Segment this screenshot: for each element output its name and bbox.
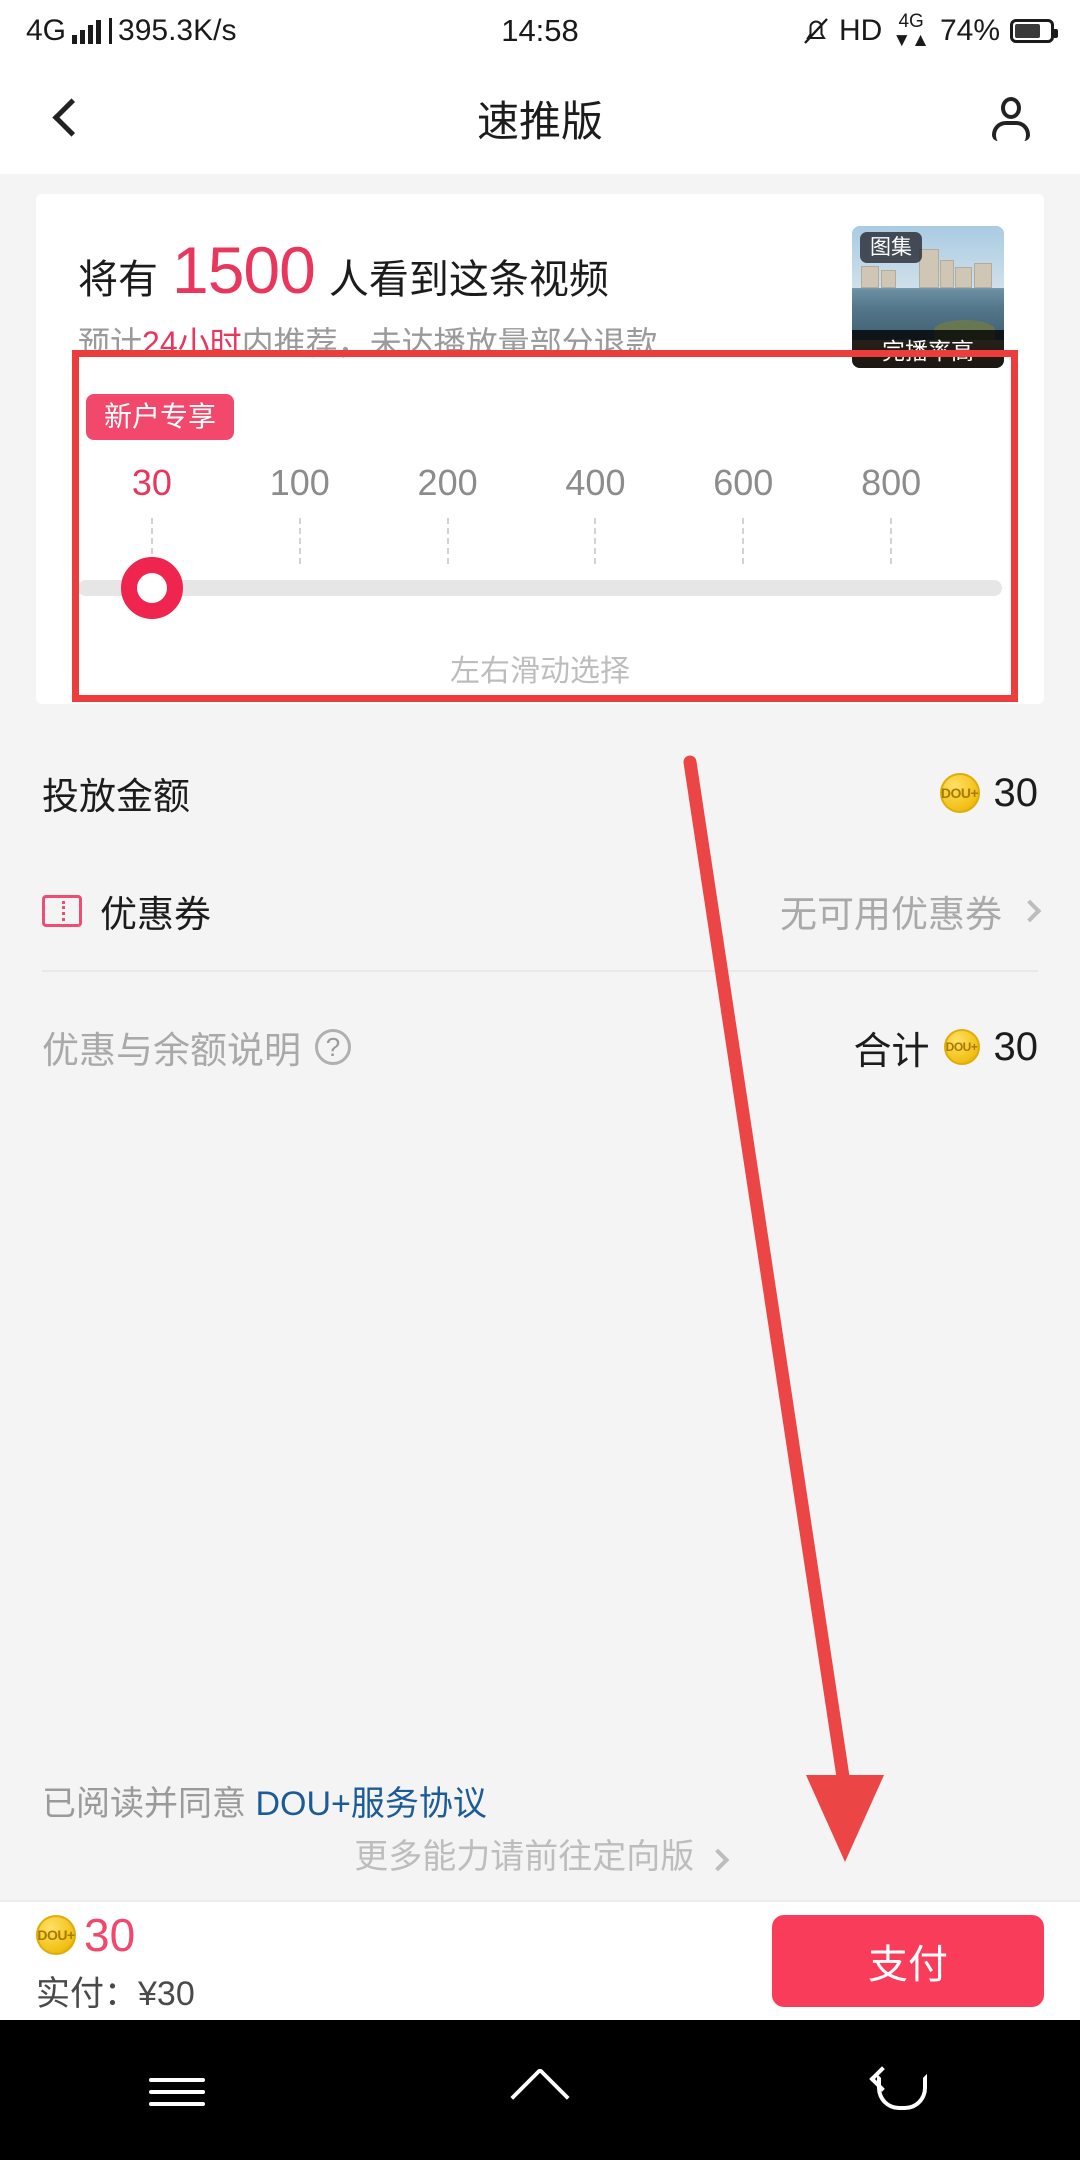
amount-row: 投放金额 DOU+ 30 [0,734,1080,852]
data-network-icon: 4G ▼▲ [892,12,930,50]
dou-coin-icon: DOU+ [943,1029,980,1065]
slider-tick-label[interactable]: 600 [713,462,773,504]
bottom-pay-bar: DOU+ 30 实付：¥30 支付 [0,1900,1080,2020]
more-capabilities-link[interactable]: 更多能力请前往定向版 [0,1829,1080,1878]
pay-summary: DOU+ 30 实付：¥30 [36,1908,195,2015]
explain-label[interactable]: 优惠与余额说明 [42,1020,301,1074]
total-value: 30 [993,1024,1039,1069]
avatar-head [1001,97,1021,119]
slider-tick-label[interactable]: 100 [270,462,330,504]
scroll-content: 将有 1500 人看到这条视频 预计24小时内推荐，未达播放量部分退款 图集 完 [0,174,1080,1900]
thumbnail-completion-rate-badge: 完播率高 [852,330,1004,368]
pay-button[interactable]: 支付 [772,1915,1044,2007]
battery-icon [1010,19,1058,43]
slider-tick-mark [446,518,449,564]
total-row: 优惠与余额说明 ? 合计 DOU+ 30 [0,972,1080,1122]
slider-tick-mark [890,518,893,564]
coupon-value-group[interactable]: 无可用优惠券 [780,884,1042,938]
slider-tick-label[interactable]: 30 [132,462,172,504]
slider-tick-mark [742,518,745,564]
slider-tick-mark [594,518,597,564]
subtitle-duration: 24小时 [142,325,242,361]
slider-tick-label[interactable]: 400 [565,462,625,504]
android-nav-bar [0,2020,1080,2160]
thumbnail-building [955,267,973,289]
chevron-right-icon [1018,899,1042,923]
coupon-label: 优惠券 [100,894,211,935]
thumbnail-building [940,260,954,289]
actual-pay-label: 实付：¥30 [36,1974,195,2013]
phone-screen: 4G 395.3K/s 14:58 HD 4G ▼▲ 74% 速推版 将有 15… [0,0,1080,2160]
more-capabilities-label: 更多能力请前往定向版 [354,1838,695,1876]
agreement-link[interactable]: DOU+服务协议 [255,1785,486,1823]
thumbnail-building [861,265,880,289]
new-user-badge: 新户专享 [86,394,235,440]
secondary-network-label: 4G [898,11,924,32]
home-icon[interactable] [509,2066,571,2114]
thumbnail-building [973,262,992,289]
slider-tick-marks [78,518,1002,574]
amount-value: 30 [993,770,1039,815]
total-value-group: 合计 DOU+ 30 [853,1020,1038,1075]
thumbnail-building [880,270,897,289]
avatar-body [992,121,1030,141]
promo-headline: 将有 1500 人看到这条视频 [78,232,609,308]
slider-hint-text: 左右滑动选择 [450,655,630,688]
slider-tick-label[interactable]: 200 [418,462,478,504]
amount-label: 投放金额 [42,776,190,817]
order-details: 投放金额 DOU+ 30 优惠券 无可用优惠券 优惠与余额说明 ? 合计 DOU… [0,734,1080,1823]
pay-coin-row: DOU+ 30 [36,1908,195,1962]
chevron-right-icon [706,1848,730,1872]
status-bar: 4G 395.3K/s 14:58 HD 4G ▼▲ 74% [0,0,1080,62]
coupon-value: 无可用优惠券 [780,894,1002,935]
dou-coin-icon: DOU+ [939,773,980,813]
slider-tick-mark [298,518,301,564]
hd-label: HD [838,14,883,47]
thumbnail-type-badge: 图集 [860,232,922,263]
bell-muted-icon [804,18,828,44]
slider-thumb[interactable] [120,557,183,619]
video-thumbnail[interactable]: 图集 完播率高 [852,226,1004,368]
agreement-prefix: 已阅读并同意 [42,1785,246,1823]
dou-coin-icon: DOU+ [36,1914,76,1955]
slider-tick-label[interactable]: 800 [861,462,921,504]
back-icon[interactable] [869,2066,931,2114]
promo-card: 将有 1500 人看到这条视频 预计24小时内推荐，未达播放量部分退款 图集 完 [36,194,1044,704]
subtitle-prefix: 预计 [78,325,143,361]
coupon-row[interactable]: 优惠券 无可用优惠券 [0,852,1080,970]
clock-label: 14:58 [501,13,579,48]
status-bar-right: HD 4G ▼▲ 74% [803,12,1058,50]
data-arrows-icon: ▼▲ [892,30,930,51]
coupon-ticket-icon [42,895,82,927]
help-icon[interactable]: ? [315,1029,351,1065]
slider-tick-labels: 30 100 200 400 600 800 [78,462,1002,518]
budget-slider[interactable]: 30 100 200 400 600 800 [78,462,1002,619]
slider-track[interactable] [78,557,1002,619]
account-icon[interactable] [988,95,1034,141]
headline-suffix: 人看到这条视频 [328,258,609,302]
pay-coin-amount: 30 [84,1908,136,1961]
agreement-text: 已阅读并同意 DOU+服务协议 [42,1776,487,1825]
headline-prefix: 将有 [78,258,158,302]
battery-percent-label: 74% [939,14,1000,47]
app-header: 速推版 [0,62,1080,174]
promo-subtitle: 预计24小时内推荐，未达播放量部分退款 [78,318,658,364]
total-label: 合计 [853,1030,930,1073]
amount-value-group: DOU+ 30 [939,770,1039,816]
subtitle-suffix: 内推荐，未达播放量部分退款 [241,325,658,361]
menu-icon[interactable] [149,2066,211,2114]
headline-view-count: 1500 [172,233,316,307]
page-title: 速推版 [476,97,603,145]
